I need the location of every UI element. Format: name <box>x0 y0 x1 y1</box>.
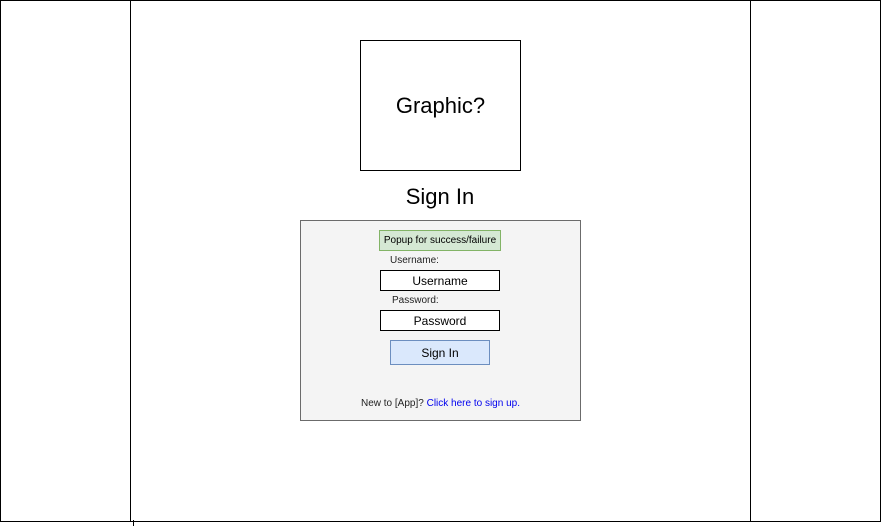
status-popup-text: Popup for success/failure <box>383 235 497 246</box>
password-input[interactable] <box>380 310 500 331</box>
status-popup: Popup for success/failure <box>379 230 501 251</box>
signin-button-label: Sign In <box>421 345 459 360</box>
signin-button[interactable]: Sign In <box>390 340 490 365</box>
page-title: Sign In <box>405 184 475 209</box>
username-label: Username: <box>390 255 439 266</box>
frame-tick-mark <box>133 520 134 526</box>
signup-prefix-text: New to [App]? <box>361 398 427 409</box>
graphic-placeholder-label: Graphic? <box>395 92 486 118</box>
signup-link[interactable]: Click here to sign up. <box>427 398 520 409</box>
left-column-divider <box>130 0 131 522</box>
signup-prompt: New to [App]? Click here to sign up. <box>300 398 581 409</box>
right-column-divider <box>750 0 751 522</box>
password-label: Password: <box>392 295 439 306</box>
graphic-placeholder: Graphic? <box>360 40 521 171</box>
username-input[interactable] <box>380 270 500 291</box>
